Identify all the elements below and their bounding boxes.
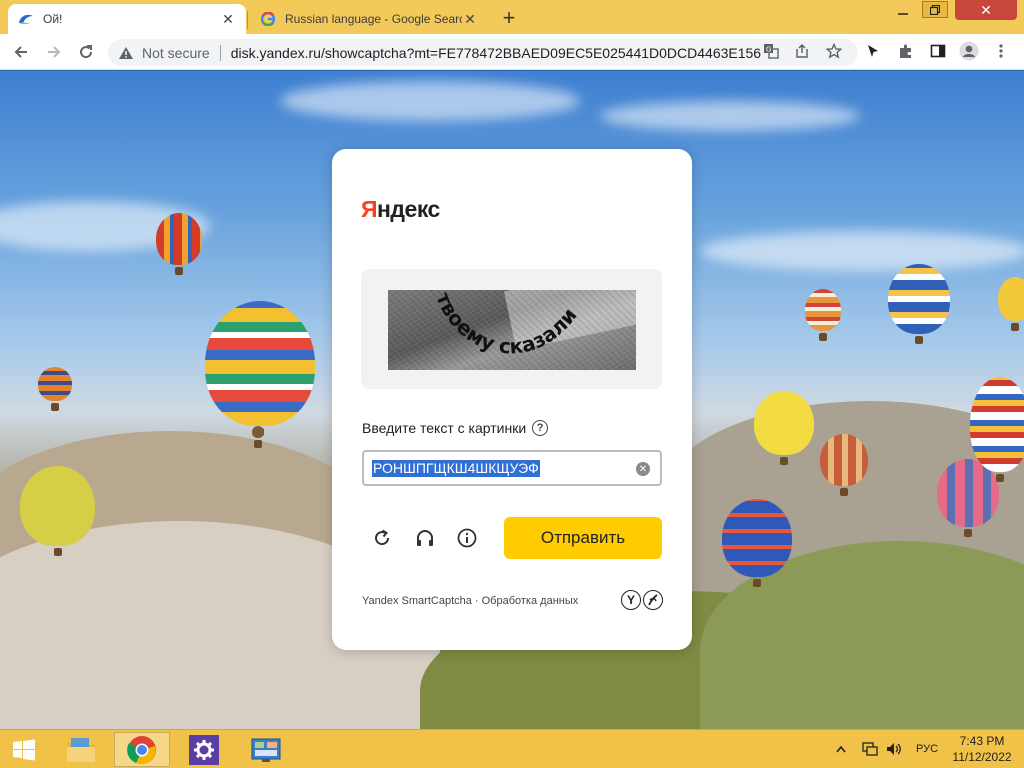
tab-title: Ой! bbox=[43, 12, 63, 26]
audio-captcha-icon[interactable] bbox=[413, 526, 437, 550]
reload-icon[interactable] bbox=[74, 40, 98, 64]
restore-button[interactable] bbox=[922, 1, 948, 18]
tab-bar: Ой! ✕ Russian language - Google Search ✕… bbox=[0, 0, 1024, 34]
captcha-distorted-text: твоему сказали bbox=[431, 290, 581, 359]
clock-time: 7:43 PM bbox=[959, 734, 1005, 748]
yandex-y-circle-icon: Y bbox=[621, 590, 641, 610]
captcha-prompt: Введите текст с картинки ? bbox=[362, 420, 549, 436]
minimize-button[interactable] bbox=[888, 0, 918, 22]
taskbar: РУС 7:43 PM 11/12/2022 bbox=[0, 729, 1024, 768]
address-bar[interactable]: Not secure disk.yandex.ru/showcaptcha?mt… bbox=[108, 39, 858, 66]
captcha-answer-input[interactable]: РОНШПГЩКШ4ШКЩУЭФ ✕ bbox=[362, 450, 662, 486]
captcha-footer-links[interactable]: Yandex SmartCaptcha · Обработка данных bbox=[362, 595, 578, 607]
hot-air-balloon bbox=[888, 264, 950, 344]
hot-air-balloon bbox=[970, 377, 1024, 482]
hot-air-balloon bbox=[205, 301, 315, 436]
close-tab-icon[interactable]: ✕ bbox=[462, 11, 478, 27]
captcha-answer-value[interactable]: РОНШПГЩКШ4ШКЩУЭФ bbox=[372, 460, 540, 477]
side-panel-icon[interactable] bbox=[927, 40, 949, 62]
svg-text:твоему сказали: твоему сказали bbox=[431, 290, 581, 359]
share-icon[interactable] bbox=[791, 40, 813, 62]
info-icon[interactable] bbox=[455, 526, 479, 550]
bookmark-star-icon[interactable] bbox=[823, 40, 845, 62]
submit-button[interactable]: Отправить bbox=[504, 517, 662, 559]
show-hidden-icons-icon[interactable] bbox=[836, 740, 846, 758]
captcha-image: твоему сказали bbox=[388, 290, 636, 370]
hot-air-balloon bbox=[252, 426, 264, 448]
clock-date: 11/12/2022 bbox=[952, 750, 1012, 764]
back-icon[interactable] bbox=[9, 40, 33, 64]
tab-google-search[interactable]: Russian language - Google Search ✕ bbox=[250, 4, 488, 34]
security-label[interactable]: Not secure bbox=[142, 45, 210, 61]
captcha-card: Яндекс твоему сказали Введите текст с ка… bbox=[332, 149, 692, 650]
hot-air-balloon bbox=[722, 499, 792, 587]
omnibox-divider bbox=[219, 44, 221, 61]
google-favicon-icon bbox=[260, 11, 276, 27]
hot-air-balloon bbox=[998, 277, 1024, 331]
svg-text:G: G bbox=[766, 46, 771, 54]
captcha-image-container: твоему сказали bbox=[361, 269, 662, 389]
captcha-mark-circle-icon bbox=[643, 590, 663, 610]
browser-toolbar: Not secure disk.yandex.ru/showcaptcha?mt… bbox=[0, 34, 1024, 70]
warning-icon[interactable] bbox=[118, 45, 134, 61]
menu-kebab-icon[interactable] bbox=[990, 40, 1012, 62]
tab-title: Russian language - Google Search bbox=[285, 12, 462, 26]
help-icon[interactable]: ? bbox=[532, 420, 549, 436]
hot-air-balloon bbox=[754, 391, 814, 465]
start-windows-icon[interactable] bbox=[0, 732, 48, 767]
smartcaptcha-logos: Y bbox=[621, 590, 665, 610]
network-icon[interactable] bbox=[862, 740, 878, 758]
hot-air-balloon bbox=[805, 289, 841, 341]
settings-gear-icon[interactable] bbox=[176, 732, 232, 767]
cursor-extension-icon[interactable] bbox=[862, 40, 884, 62]
url-text[interactable]: disk.yandex.ru/showcaptcha?mt=FE778472BB… bbox=[231, 45, 761, 61]
tab-oi[interactable]: Ой! ✕ bbox=[8, 4, 246, 34]
hot-air-balloon bbox=[20, 466, 95, 556]
hot-air-balloon bbox=[820, 434, 868, 496]
control-panel-icon[interactable] bbox=[238, 732, 294, 767]
close-window-button[interactable]: ✕ bbox=[955, 0, 1017, 20]
system-clock[interactable]: 7:43 PM 11/12/2022 bbox=[944, 733, 1020, 765]
profile-avatar-icon[interactable] bbox=[958, 40, 980, 62]
close-tab-icon[interactable]: ✕ bbox=[220, 11, 236, 27]
forward-icon[interactable] bbox=[42, 40, 66, 64]
input-language-indicator[interactable]: РУС bbox=[916, 740, 938, 758]
clear-input-icon[interactable]: ✕ bbox=[636, 462, 650, 476]
file-explorer-icon[interactable] bbox=[53, 732, 109, 767]
extensions-puzzle-icon[interactable] bbox=[895, 40, 917, 62]
hot-air-balloon bbox=[156, 213, 202, 275]
refresh-captcha-icon[interactable] bbox=[370, 526, 394, 550]
yandex-disk-favicon-icon bbox=[18, 11, 34, 27]
new-tab-button[interactable]: + bbox=[496, 5, 522, 30]
tab-divider bbox=[247, 11, 248, 29]
translate-icon[interactable]: G bbox=[760, 40, 782, 62]
chrome-taskbar-icon[interactable] bbox=[114, 732, 170, 767]
volume-icon[interactable] bbox=[885, 740, 903, 758]
hot-air-balloon bbox=[38, 367, 72, 411]
yandex-logo: Яндекс bbox=[361, 196, 440, 222]
